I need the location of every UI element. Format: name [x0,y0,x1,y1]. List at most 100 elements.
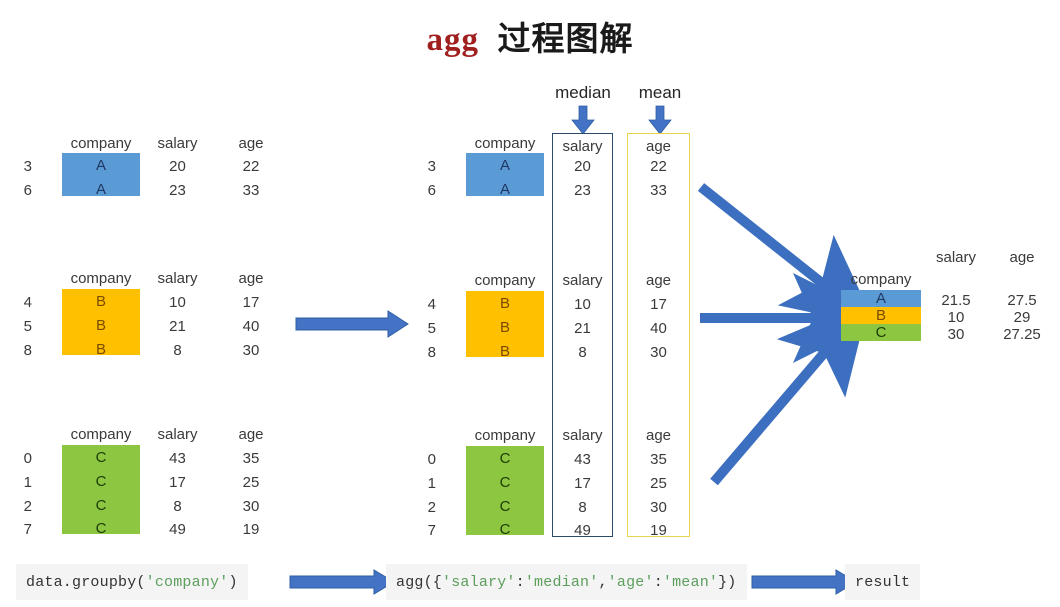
source-c-header-age: age [238,426,264,443]
source-b-header-age: age [238,270,264,287]
grouped-c-company-0: C [499,450,511,467]
grouped-c-header-age: age [645,427,672,444]
mean-down-arrow-icon [648,105,672,135]
result-row-2-salary: 30 [947,326,965,343]
grouped-c-company-2: C [499,498,511,515]
grouped-b-index-2: 8 [427,344,436,361]
groupby-arrow-icon [295,310,409,338]
groupby-string: 'company' [145,573,229,591]
agg-val-mean: 'mean' [662,573,719,591]
result-row-1-company: B [841,307,921,324]
source-c-salary-0: 43 [169,450,186,467]
median-down-arrow-icon [571,105,595,135]
agg-comma: , [598,573,608,591]
source-c-header-company: company [70,426,132,443]
result-header-company: company [850,271,912,288]
code-chip-agg[interactable]: agg({'salary':'median','age':'mean'}) [386,564,747,600]
source-c-company-3: C [95,520,107,537]
grouped-a-header-age: age [645,138,672,155]
grouped-c-index-3: 7 [427,522,436,539]
aggregate-arrow-b-icon [700,273,883,363]
source-a-header-age: age [238,135,264,152]
result-row-0-company: A [841,290,921,307]
source-c-index-0: 0 [23,450,32,467]
result-header-age: age [1009,249,1035,266]
source-a-header-company: company [70,135,132,152]
grouped-b-index-1: 5 [427,320,436,337]
source-b-company-0: B [95,293,106,310]
grouped-a-company-0: A [499,157,510,174]
grouped-b-company-1: B [499,319,510,336]
grouped-c-salary-1: 17 [574,475,591,492]
source-c-company-1: C [95,473,107,490]
page-title: agg 过程图解 [0,12,1060,60]
title-code-part: agg [426,22,479,58]
grouped-b-age-0: 17 [650,296,667,313]
agg-pre: agg({ [396,573,443,591]
code-chip-groupby[interactable]: data.groupby('company') [16,564,248,600]
source-c-header-salary: salary [157,426,198,443]
groupby-post: ) [228,573,238,591]
agg-colon-2: : [653,573,663,591]
grouped-b-header-company: company [474,272,536,289]
grouped-b-salary-1: 21 [574,320,591,337]
source-b-header-salary: salary [157,270,198,287]
source-c-company-2: C [95,497,107,514]
aggregate-arrow-a-icon [697,183,877,327]
source-c-age-3: 19 [242,521,260,538]
grouped-c-salary-2: 8 [578,499,587,516]
source-b-age-0: 17 [242,294,260,311]
grouped-b-salary-2: 8 [578,344,587,361]
grouped-a-index-1: 6 [427,182,436,199]
source-b-header-company: company [70,270,132,287]
source-c-age-0: 35 [242,450,260,467]
result-row-1-salary: 10 [947,309,965,326]
source-c-age-2: 30 [242,498,260,515]
grouped-c-age-3: 19 [650,522,667,539]
grouped-a-header-salary: salary [562,138,603,155]
source-a-header-salary: salary [157,135,198,152]
source-b-index-2: 8 [23,342,32,359]
grouped-c-index-2: 2 [427,499,436,516]
source-a-age-0: 22 [242,158,260,175]
source-a-index-1: 6 [23,182,32,199]
grouped-a-header-company: company [474,135,536,152]
source-b-age-1: 40 [242,318,260,335]
result-row-0-salary: 21.5 [941,292,971,309]
source-a-company-block: A A [62,153,140,198]
result-row-2-company: C [841,324,921,341]
agg-post: }) [718,573,737,591]
pipeline-arrow-1-icon [289,569,395,595]
grouped-a-salary-0: 20 [574,158,591,175]
grouped-c-salary-0: 43 [574,451,591,468]
code-chip-result[interactable]: result [845,564,921,600]
grouped-a-company-block: A A [466,153,544,198]
agg-key-salary: 'salary' [442,573,516,591]
source-c-company-0: C [95,449,107,466]
grouped-b-header-age: age [645,272,672,289]
aggregate-arrow-c-icon [710,299,870,486]
grouped-a-index-0: 3 [427,158,436,175]
source-b-company-1: B [95,317,106,334]
grouped-a-age-0: 22 [650,158,667,175]
grouped-b-company-block: B B B [466,291,544,360]
title-cn-part: 过程图解 [497,22,634,58]
grouped-b-company-0: B [499,295,510,312]
source-b-age-2: 30 [242,342,260,359]
grouped-b-salary-0: 10 [574,296,591,313]
grouped-a-age-1: 33 [650,182,667,199]
grouped-b-age-1: 40 [650,320,667,337]
agg-colon-1: : [515,573,525,591]
grouped-c-index-1: 1 [427,475,436,492]
grouped-c-index-0: 0 [427,451,436,468]
grouped-c-age-2: 30 [650,499,667,516]
source-c-company-block: C C C C [62,445,140,537]
result-row-1-age: 29 [1013,309,1031,326]
source-c-index-2: 2 [23,498,32,515]
grouped-a-company-1: A [499,181,510,198]
source-a-index-0: 3 [23,158,32,175]
source-a-salary-1: 23 [169,182,186,199]
source-c-salary-3: 49 [169,521,186,538]
source-c-index-1: 1 [23,474,32,491]
grouped-b-header-salary: salary [562,272,603,289]
